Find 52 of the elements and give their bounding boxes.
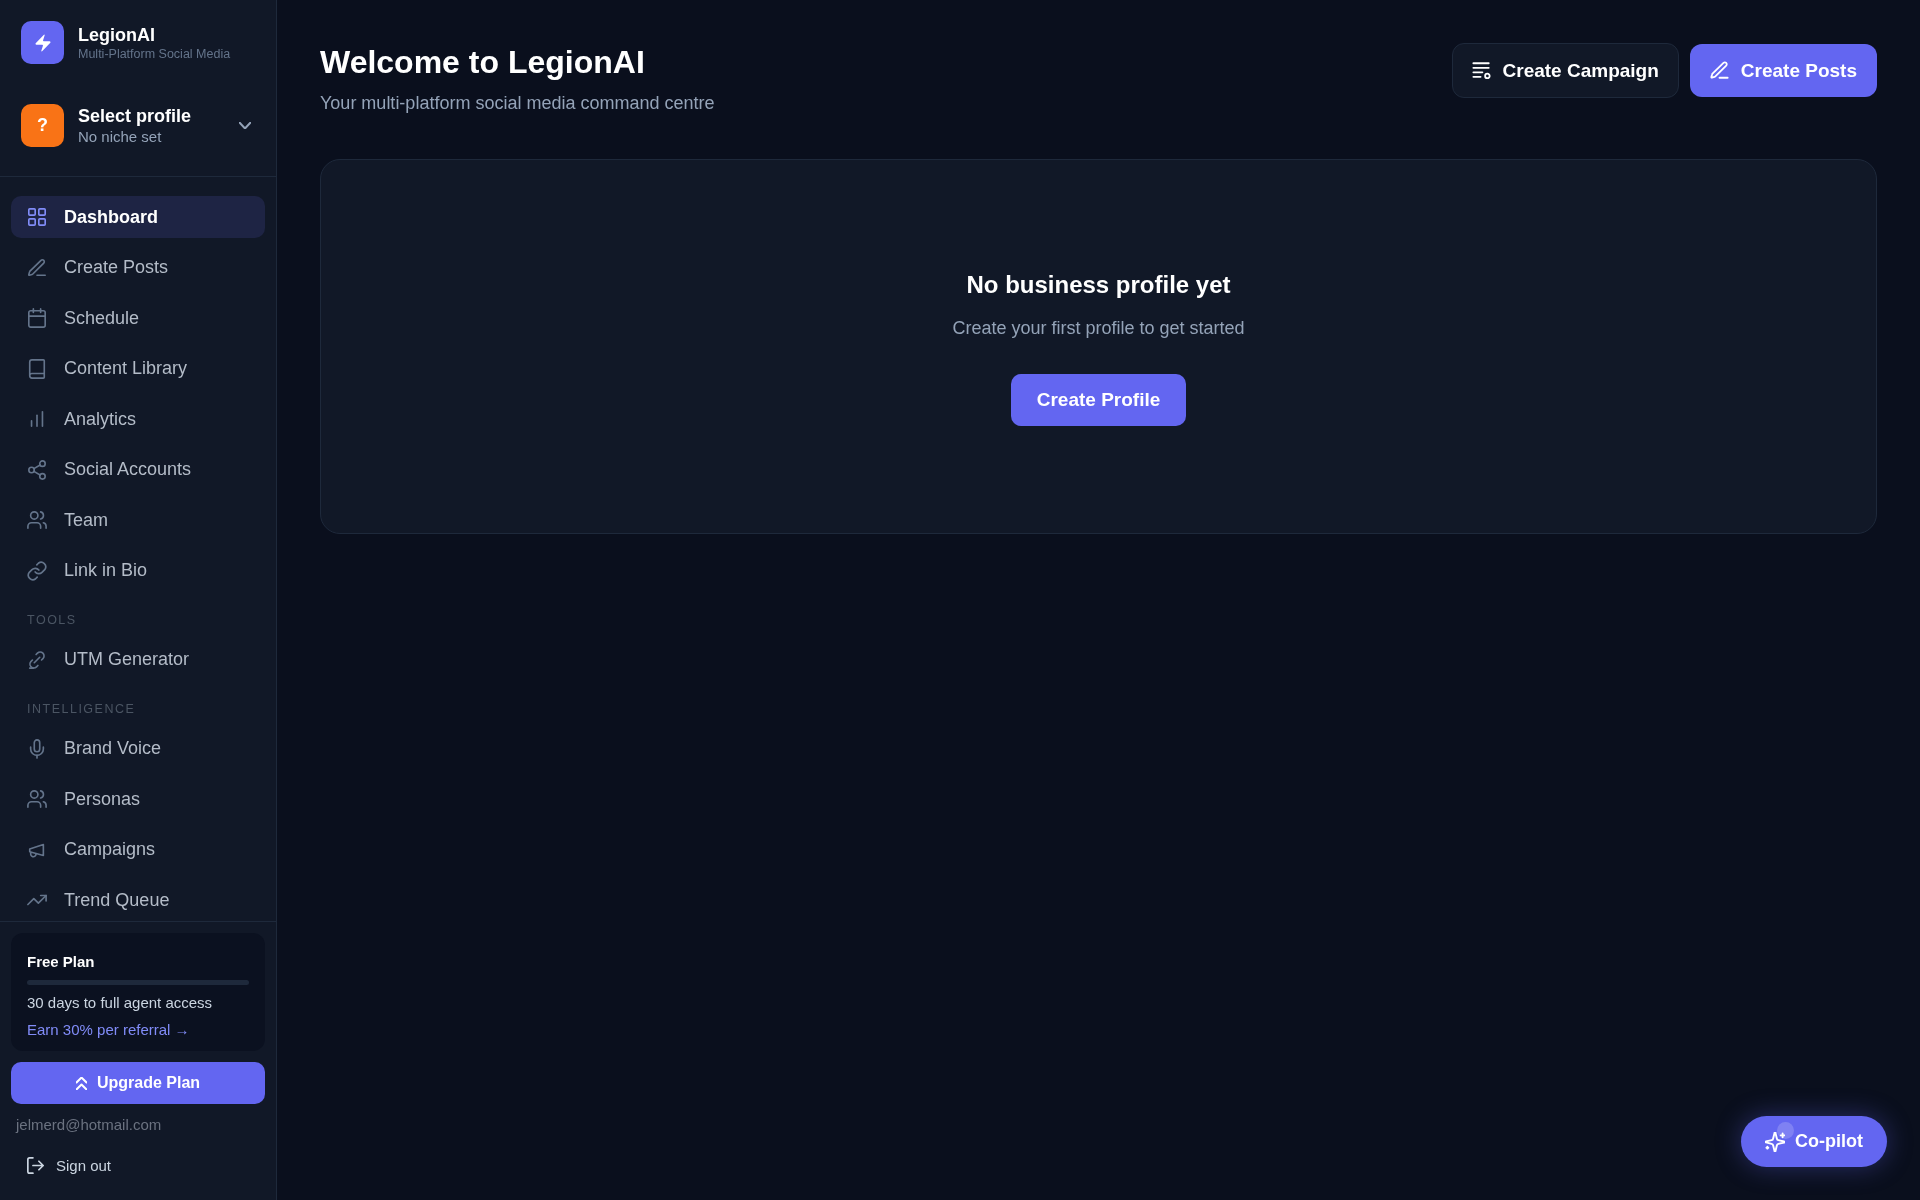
chevron-down-icon[interactable] bbox=[239, 122, 251, 129]
create-profile-button[interactable]: Create Profile bbox=[1010, 374, 1187, 426]
nav-item[interactable]: Content Library bbox=[11, 347, 265, 390]
brand-name: LegionAI bbox=[78, 23, 156, 46]
list-icon bbox=[1471, 61, 1491, 80]
brand-tagline: Multi-Platform Social Media bbox=[78, 45, 231, 62]
page-subtitle: Your multi-platform social media command centre bbox=[320, 92, 715, 114]
nav-item[interactable]: Analytics bbox=[11, 398, 265, 440]
nav-item[interactable]: Create Posts bbox=[11, 246, 265, 289]
nav-item[interactable]: Brand Voice bbox=[11, 727, 265, 770]
users-icon bbox=[27, 510, 47, 530]
referral-link[interactable]: Earn 30% per referral → bbox=[27, 1020, 190, 1040]
nav-item[interactable]: UTM Generator bbox=[11, 638, 265, 681]
create-campaign-button[interactable]: Create Campaign bbox=[1451, 43, 1679, 98]
nav-item[interactable]: Schedule bbox=[11, 297, 265, 339]
grid-icon bbox=[27, 207, 47, 227]
nav-item[interactable]: Campaigns bbox=[11, 828, 265, 871]
page-title: Welcome to LegionAI bbox=[320, 43, 645, 81]
profile-avatar: ? bbox=[21, 104, 64, 147]
nav-item[interactable]: Trend Queue bbox=[11, 879, 265, 921]
sign-out-icon bbox=[27, 1156, 44, 1174]
book-icon bbox=[27, 358, 47, 379]
ping-dot-icon bbox=[1777, 1122, 1794, 1139]
pen-icon bbox=[1709, 61, 1729, 80]
plan-title: Free Plan bbox=[27, 953, 96, 971]
chain-link-icon bbox=[27, 649, 47, 670]
section-heading: TOOLS bbox=[26, 612, 78, 629]
microphone-icon bbox=[27, 738, 47, 759]
copilot-button[interactable]: Co-pilot bbox=[1741, 1116, 1887, 1167]
calendar-icon bbox=[27, 308, 47, 328]
plan-note: 30 days to full agent access bbox=[27, 993, 214, 1013]
nav-item[interactable]: Social Accounts bbox=[11, 448, 265, 491]
user-email: jelmerd@hotmail.com bbox=[14, 1115, 162, 1135]
create-posts-button[interactable]: Create Posts bbox=[1689, 44, 1877, 97]
empty-state-text: Create your first profile to get started bbox=[952, 317, 1245, 339]
bolt-logo-icon bbox=[21, 21, 64, 64]
nav-item[interactable]: Team bbox=[11, 499, 265, 541]
nav-item[interactable]: Link in Bio bbox=[11, 549, 265, 592]
empty-state-title: No business profile yet bbox=[966, 270, 1231, 300]
link-icon bbox=[27, 560, 47, 581]
pen-icon bbox=[27, 257, 47, 278]
section-heading: INTELLIGENCE bbox=[26, 701, 137, 718]
sign-out-button[interactable]: Sign out bbox=[27, 1145, 112, 1185]
chevrons-up-icon bbox=[75, 1076, 87, 1090]
profile-niche: No niche set bbox=[78, 126, 163, 147]
upgrade-button[interactable]: Upgrade Plan bbox=[11, 1062, 265, 1104]
share-icon bbox=[27, 459, 47, 480]
nav-item[interactable]: Dashboard bbox=[11, 196, 265, 238]
profile-name[interactable]: Select profile bbox=[78, 104, 192, 127]
nav-item[interactable]: Personas bbox=[11, 778, 265, 820]
users-icon bbox=[27, 789, 47, 809]
sparkle-icon bbox=[1765, 1131, 1785, 1152]
